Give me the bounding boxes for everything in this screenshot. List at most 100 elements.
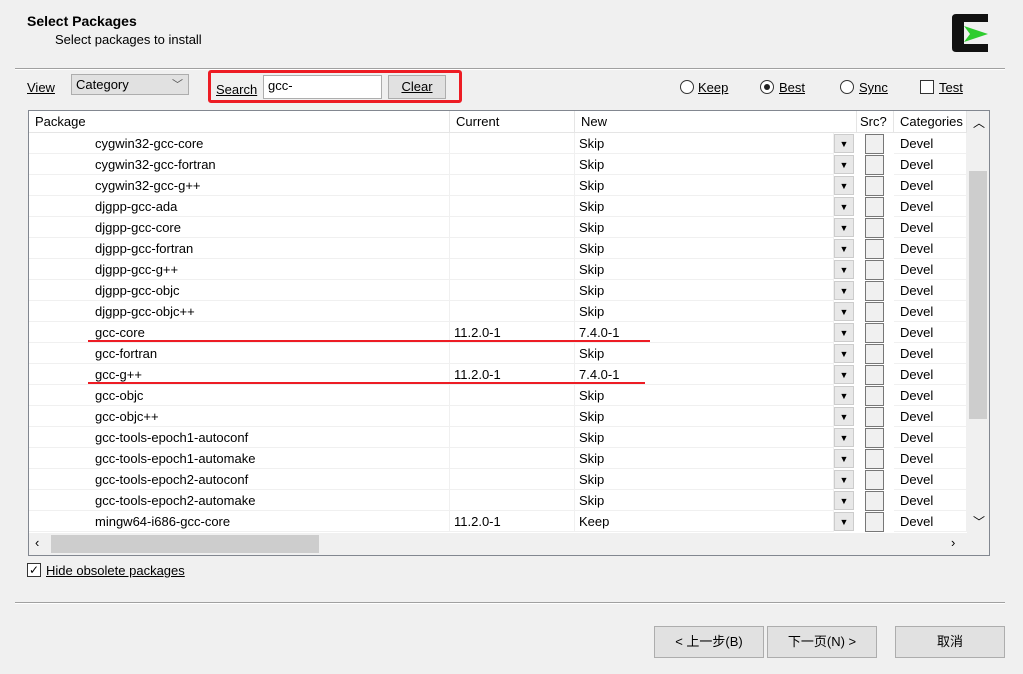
- new-action[interactable]: Skip: [575, 238, 834, 259]
- radio-sync-circle[interactable]: [840, 80, 854, 94]
- src-checkbox[interactable]: [865, 197, 884, 217]
- table-row[interactable]: cygwin32-gcc-fortran Skip ▼ Devel: [29, 154, 967, 175]
- src-checkbox[interactable]: [865, 344, 884, 364]
- dropdown-arrow-icon[interactable]: ▼: [834, 365, 854, 384]
- src-checkbox[interactable]: [865, 239, 884, 259]
- new-action[interactable]: Skip: [575, 196, 834, 217]
- col-package[interactable]: Package: [29, 111, 450, 133]
- col-categories[interactable]: Categories: [894, 111, 967, 133]
- src-checkbox[interactable]: [865, 218, 884, 238]
- dropdown-arrow-icon[interactable]: ▼: [834, 260, 854, 279]
- cancel-button[interactable]: 取消: [895, 626, 1005, 658]
- dropdown-arrow-icon[interactable]: ▼: [834, 449, 854, 468]
- vertical-scrollbar[interactable]: ︿ ﹀: [967, 111, 989, 533]
- vertical-scroll-thumb[interactable]: [969, 171, 987, 419]
- table-row[interactable]: djgpp-gcc-ada Skip ▼ Devel: [29, 196, 967, 217]
- new-action[interactable]: Skip: [575, 301, 834, 322]
- new-action[interactable]: Skip: [575, 448, 834, 469]
- new-action[interactable]: Skip: [575, 133, 834, 154]
- src-checkbox[interactable]: [865, 155, 884, 175]
- src-checkbox[interactable]: [865, 176, 884, 196]
- scroll-left-icon[interactable]: ‹: [35, 535, 39, 550]
- dropdown-arrow-icon[interactable]: ▼: [834, 218, 854, 237]
- radio-best-circle[interactable]: [760, 80, 774, 94]
- src-checkbox[interactable]: [865, 470, 884, 490]
- src-checkbox[interactable]: [865, 407, 884, 427]
- src-checkbox[interactable]: [865, 512, 884, 532]
- dropdown-arrow-icon[interactable]: ▼: [834, 134, 854, 153]
- next-button[interactable]: 下一页(N) >: [767, 626, 877, 658]
- search-input[interactable]: gcc-: [263, 75, 382, 99]
- src-checkbox[interactable]: [865, 365, 884, 385]
- src-checkbox[interactable]: [865, 281, 884, 301]
- src-checkbox[interactable]: [865, 428, 884, 448]
- view-select[interactable]: Category ﹀: [71, 74, 189, 95]
- back-button[interactable]: < 上一步(B): [654, 626, 764, 658]
- category: Devel: [894, 301, 967, 322]
- table-row[interactable]: gcc-objc++ Skip ▼ Devel: [29, 406, 967, 427]
- dropdown-arrow-icon[interactable]: ▼: [834, 302, 854, 321]
- package-name: gcc-tools-epoch1-automake: [29, 448, 450, 469]
- dropdown-arrow-icon[interactable]: ▼: [834, 470, 854, 489]
- dropdown-arrow-icon[interactable]: ▼: [834, 155, 854, 174]
- new-action[interactable]: Skip: [575, 469, 834, 490]
- new-action[interactable]: Skip: [575, 385, 834, 406]
- dropdown-arrow-icon[interactable]: ▼: [834, 239, 854, 258]
- table-row[interactable]: djgpp-gcc-fortran Skip ▼ Devel: [29, 238, 967, 259]
- dropdown-arrow-icon[interactable]: ▼: [834, 428, 854, 447]
- horizontal-scroll-thumb[interactable]: [51, 535, 319, 553]
- col-current[interactable]: Current: [450, 111, 575, 133]
- table-row[interactable]: gcc-tools-epoch1-autoconf Skip ▼ Devel: [29, 427, 967, 448]
- new-action[interactable]: Skip: [575, 280, 834, 301]
- new-action[interactable]: Skip: [575, 406, 834, 427]
- current-version: [450, 448, 575, 469]
- clear-button[interactable]: Clear: [388, 75, 446, 99]
- new-action[interactable]: Skip: [575, 259, 834, 280]
- col-new[interactable]: New: [575, 111, 857, 133]
- radio-keep-circle[interactable]: [680, 80, 694, 94]
- test-label: Test: [939, 80, 963, 95]
- table-row[interactable]: djgpp-gcc-core Skip ▼ Devel: [29, 217, 967, 238]
- table-row[interactable]: gcc-tools-epoch2-automake Skip ▼ Devel: [29, 490, 967, 511]
- horizontal-scrollbar[interactable]: ‹ ›: [29, 533, 989, 555]
- scroll-down-icon[interactable]: ﹀: [973, 513, 985, 530]
- new-action[interactable]: Skip: [575, 154, 834, 175]
- table-row[interactable]: gcc-tools-epoch1-automake Skip ▼ Devel: [29, 448, 967, 469]
- new-action[interactable]: Keep: [575, 511, 834, 532]
- dropdown-arrow-icon[interactable]: ▼: [834, 386, 854, 405]
- table-row[interactable]: djgpp-gcc-g++ Skip ▼ Devel: [29, 259, 967, 280]
- dropdown-arrow-icon[interactable]: ▼: [834, 344, 854, 363]
- table-row[interactable]: mingw64-i686-gcc-core 11.2.0-1 Keep ▼ De…: [29, 511, 967, 532]
- new-action[interactable]: Skip: [575, 490, 834, 511]
- table-row[interactable]: gcc-objc Skip ▼ Devel: [29, 385, 967, 406]
- dropdown-arrow-icon[interactable]: ▼: [834, 407, 854, 426]
- table-row[interactable]: gcc-fortran Skip ▼ Devel: [29, 343, 967, 364]
- dropdown-arrow-icon[interactable]: ▼: [834, 491, 854, 510]
- hide-obsolete-box[interactable]: ✓: [27, 563, 41, 577]
- src-checkbox[interactable]: [865, 302, 884, 322]
- col-src[interactable]: Src?: [857, 111, 894, 133]
- src-checkbox[interactable]: [865, 491, 884, 511]
- src-checkbox[interactable]: [865, 134, 884, 154]
- scroll-right-icon[interactable]: ›: [951, 535, 955, 550]
- dropdown-arrow-icon[interactable]: ▼: [834, 512, 854, 531]
- table-row[interactable]: gcc-tools-epoch2-autoconf Skip ▼ Devel: [29, 469, 967, 490]
- scroll-up-icon[interactable]: ︿: [973, 114, 985, 131]
- table-row[interactable]: djgpp-gcc-objc Skip ▼ Devel: [29, 280, 967, 301]
- new-action[interactable]: Skip: [575, 175, 834, 196]
- table-row[interactable]: cygwin32-gcc-g++ Skip ▼ Devel: [29, 175, 967, 196]
- new-action[interactable]: Skip: [575, 343, 834, 364]
- dropdown-arrow-icon[interactable]: ▼: [834, 197, 854, 216]
- test-checkbox-box[interactable]: [920, 80, 934, 94]
- new-action[interactable]: Skip: [575, 217, 834, 238]
- src-checkbox[interactable]: [865, 260, 884, 280]
- table-row[interactable]: djgpp-gcc-objc++ Skip ▼ Devel: [29, 301, 967, 322]
- dropdown-arrow-icon[interactable]: ▼: [834, 323, 854, 342]
- src-checkbox[interactable]: [865, 386, 884, 406]
- table-row[interactable]: cygwin32-gcc-core Skip ▼ Devel: [29, 133, 967, 154]
- dropdown-arrow-icon[interactable]: ▼: [834, 176, 854, 195]
- dropdown-arrow-icon[interactable]: ▼: [834, 281, 854, 300]
- src-checkbox[interactable]: [865, 449, 884, 469]
- new-action[interactable]: Skip: [575, 427, 834, 448]
- src-checkbox[interactable]: [865, 323, 884, 343]
